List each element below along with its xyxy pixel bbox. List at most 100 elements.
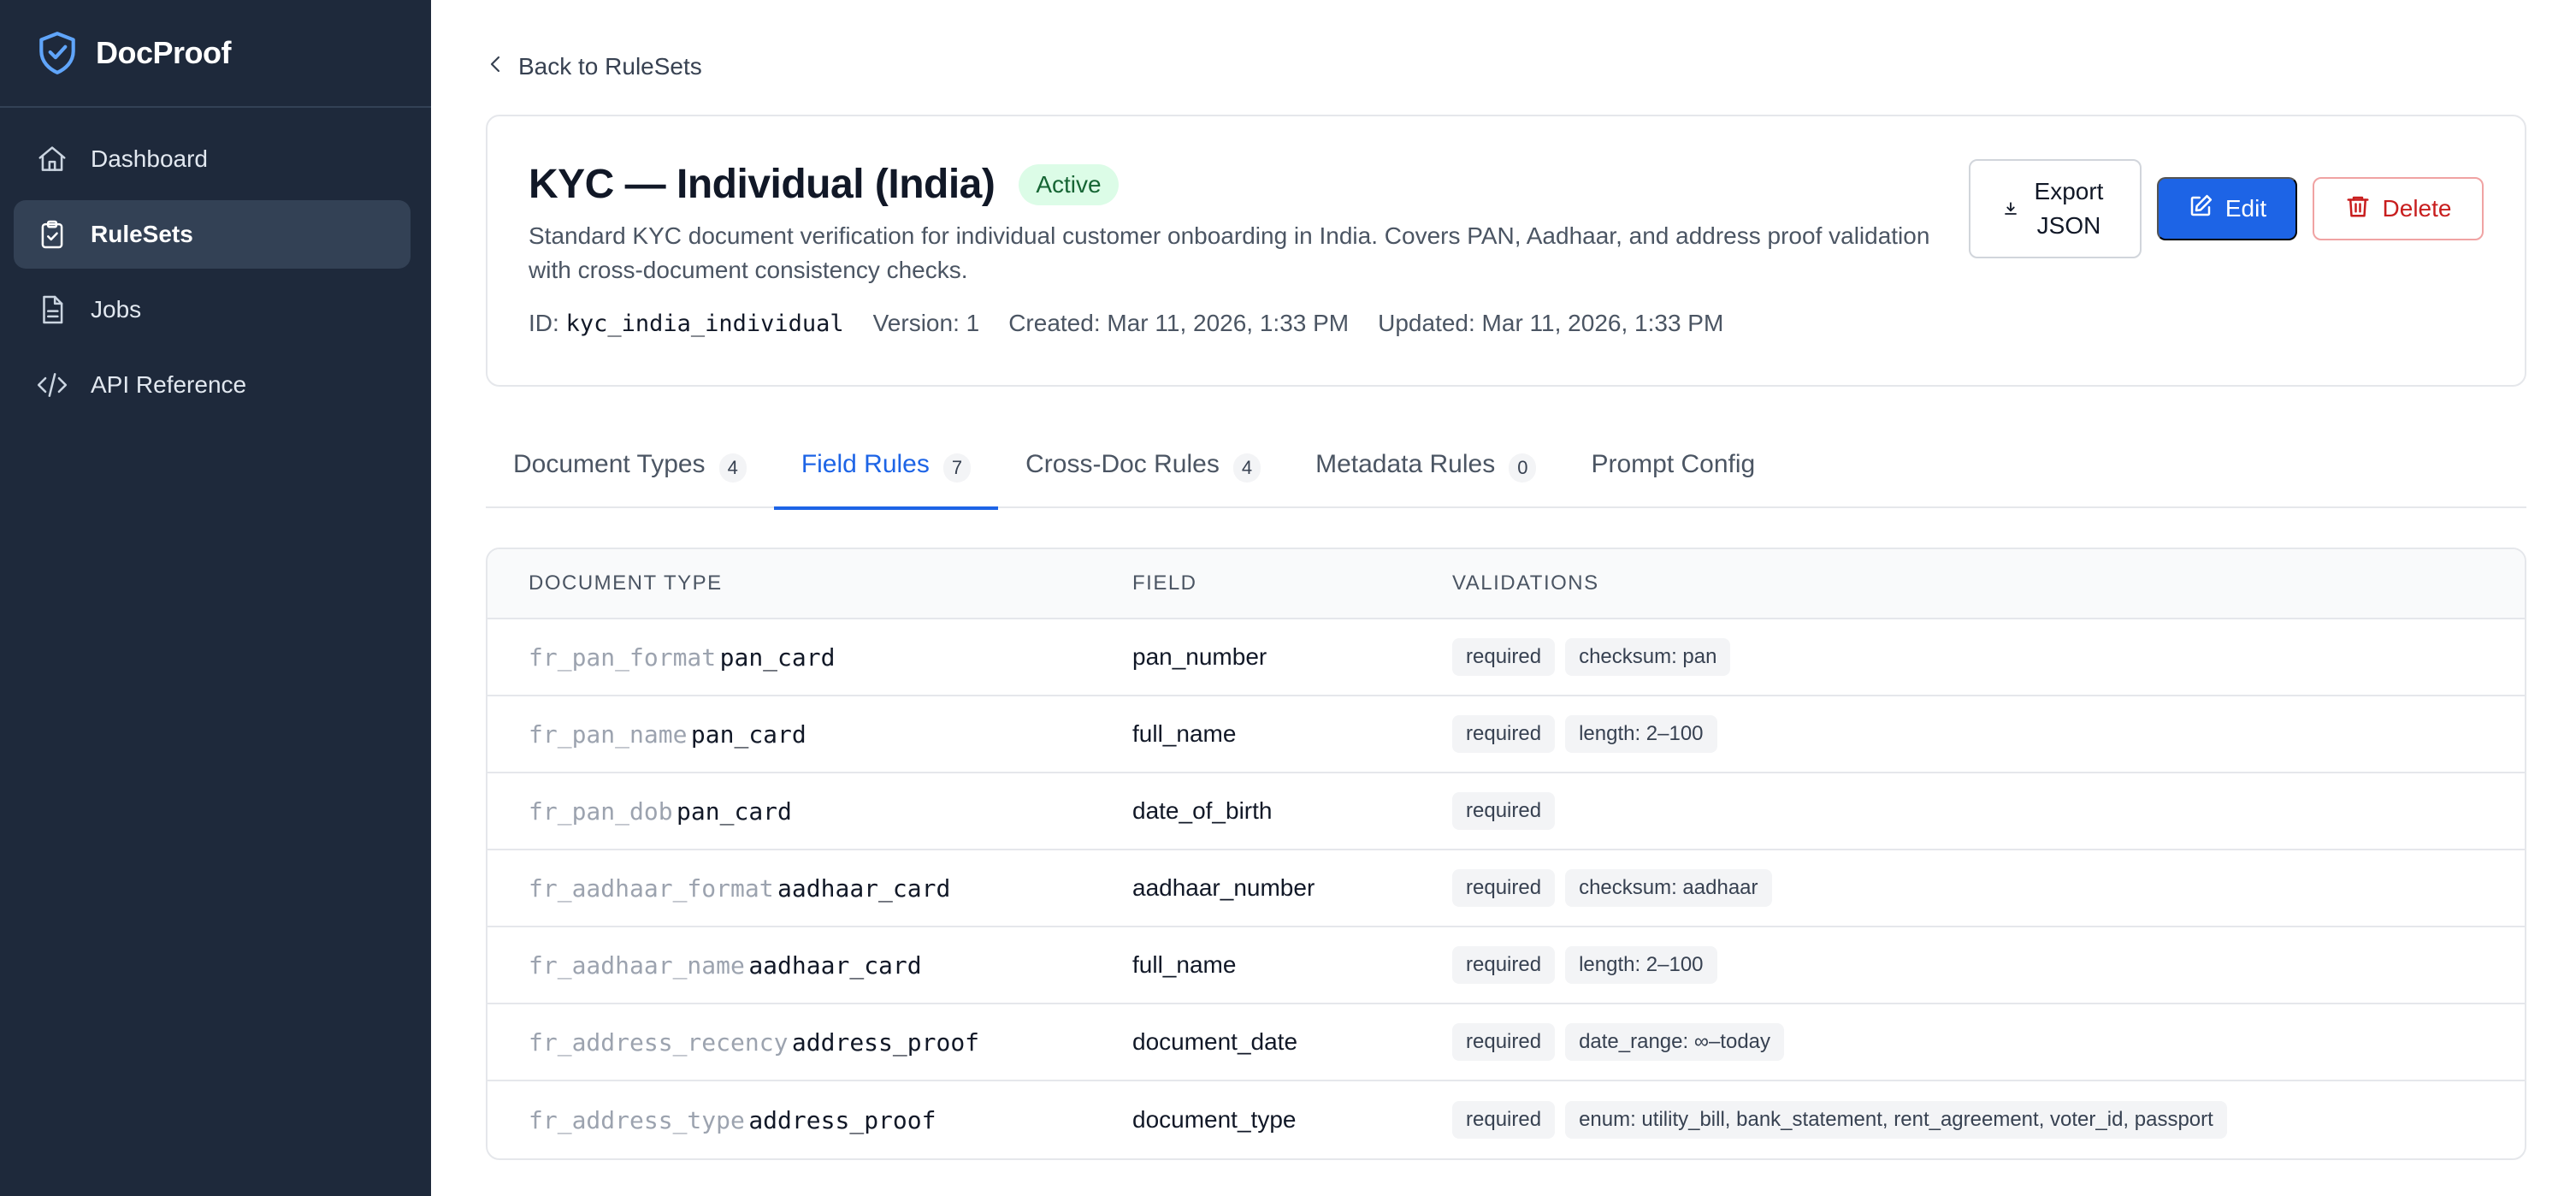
table-header: DOCUMENT TYPE FIELD VALIDATIONS [487,549,2525,619]
table-row[interactable]: fr_address_type address_proof document_ty… [487,1081,2525,1158]
tab-count: 0 [1509,453,1537,483]
edit-icon [2188,193,2213,225]
table-row[interactable]: fr_address_recency address_proof document… [487,1004,2525,1081]
tab-prompt-config[interactable]: Prompt Config [1563,433,1782,508]
trash-icon [2345,193,2371,225]
tab-label: Document Types [513,450,706,478]
ruleset-id-label: ID: [529,310,559,336]
validations-cell: required [1452,792,2525,830]
tab-label: Metadata Rules [1315,450,1496,478]
validation-tag: length: 2–100 [1565,715,1717,753]
ruleset-description: Standard KYC document verification for i… [529,222,1930,283]
chevron-left-icon [486,53,506,80]
ruleset-version: Version: 1 [872,310,980,336]
validation-tag: required [1452,715,1556,753]
tab-document-types[interactable]: Document Types 4 [486,433,774,508]
title-row: KYC — Individual (India) Active [529,161,1119,208]
ruleset-header-card: KYC — Individual (India) Active Standard… [486,115,2526,387]
document-type-cell: fr_pan_name pan_card [487,720,1132,749]
sidebar-item-api-reference[interactable]: API Reference [14,351,411,419]
document-type-cell: fr_pan_dob pan_card [487,797,1132,826]
rule-id: fr_aadhaar_format [529,873,774,903]
validation-tag: required [1452,638,1556,676]
document-icon [36,293,68,326]
field-cell: full_name [1132,951,1237,978]
document-type: address_proof [748,1105,936,1134]
validation-tag: required [1452,792,1556,830]
validations-cell: required checksum: aadhaar [1452,869,2525,907]
tab-field-rules[interactable]: Field Rules 7 [773,433,999,510]
sidebar-item-label: API Reference [91,371,247,398]
ruleset-created: Created: Mar 11, 2026, 1:33 PM [1008,310,1350,336]
delete-button[interactable]: Delete [2313,177,2484,240]
table-row[interactable]: fr_pan_dob pan_card date_of_birth required [487,773,2525,850]
status-badge: Active [1019,163,1119,205]
rule-id: fr_pan_format [529,642,717,672]
validations-cell: required enum: utility_bill, bank_stateme… [1452,1101,2525,1139]
back-to-rulesets-link[interactable]: Back to RuleSets [486,53,702,80]
document-type: pan_card [719,642,836,672]
tab-label: Cross-Doc Rules [1025,450,1220,478]
clipboard-check-icon [36,218,68,251]
brand-name: DocProof [96,35,232,70]
rule-id: fr_pan_dob [529,796,673,826]
sidebar-item-label: Jobs [91,296,142,323]
table-body: fr_pan_format pan_card pan_number required… [487,619,2525,1158]
ruleset-tabs: Document Types 4 Field Rules 7 Cross-Doc… [486,433,2526,510]
column-header-validations: VALIDATIONS [1452,571,1599,595]
shield-check-logo-icon [36,30,79,76]
validation-tag: checksum: pan [1565,638,1731,676]
table-row[interactable]: fr_pan_name pan_card full_name required len… [487,696,2525,773]
document-type: aadhaar_card [777,873,951,903]
validation-tag: required [1452,946,1556,984]
ruleset-updated: Updated: Mar 11, 2026, 1:33 PM [1378,310,1724,336]
header-actions: Export JSON Edit Delete [1969,159,2484,258]
tab-metadata-rules[interactable]: Metadata Rules 0 [1288,433,1563,508]
ruleset-id: ID: kyc_india_individual [529,310,844,337]
ruleset-meta: ID: kyc_india_individual Version: 1 Crea… [529,310,1723,337]
export-json-button[interactable]: Export JSON [1969,159,2142,258]
field-cell: document_type [1132,1106,1297,1133]
table-row[interactable]: fr_pan_format pan_card pan_number required… [487,619,2525,696]
table-row[interactable]: fr_aadhaar_name aadhaar_card full_name req… [487,927,2525,1004]
table-row[interactable]: fr_aadhaar_format aadhaar_card aadhaar_nu… [487,850,2525,927]
validations-cell: required length: 2–100 [1452,946,2525,984]
sidebar-item-label: RuleSets [91,221,193,247]
validation-tag: enum: utility_bill, bank_statement, rent… [1565,1101,2227,1139]
brand[interactable]: DocProof [0,0,431,108]
edit-label: Edit [2224,195,2267,222]
document-type: pan_card [690,719,806,749]
edit-button[interactable]: Edit [2157,177,2297,240]
main-content: Back to RuleSets KYC — Individual (India… [431,0,2576,1196]
column-header-document-type: DOCUMENT TYPE [529,571,723,595]
delete-label: Delete [2382,195,2452,222]
validation-tag: required [1452,1023,1556,1061]
document-type-cell: fr_address_recency address_proof [487,1028,1132,1057]
sidebar-item-dashboard[interactable]: Dashboard [14,125,411,193]
tab-label: Field Rules [801,450,930,478]
sidebar-item-rulesets[interactable]: RuleSets [14,200,411,269]
sidebar-item-jobs[interactable]: Jobs [14,275,411,344]
document-type: address_proof [791,1027,980,1057]
validations-cell: required length: 2–100 [1452,715,2525,753]
document-type-cell: fr_aadhaar_format aadhaar_card [487,874,1132,903]
tab-cross-doc-rules[interactable]: Cross-Doc Rules 4 [998,433,1288,508]
tab-count: 4 [718,453,747,483]
validation-tag: length: 2–100 [1565,946,1717,984]
document-type: aadhaar_card [748,950,922,980]
tab-label: Prompt Config [1591,450,1756,478]
field-cell: pan_number [1132,643,1267,670]
document-type-cell: fr_aadhaar_name aadhaar_card [487,951,1132,980]
field-cell: full_name [1132,720,1237,747]
field-cell: document_date [1132,1028,1298,1055]
back-label: Back to RuleSets [518,53,702,80]
document-type: pan_card [676,796,792,826]
validation-tag: required [1452,1101,1556,1139]
validations-cell: required date_range: ∞–today [1452,1023,2525,1061]
ruleset-id-value: kyc_india_individual [565,311,844,337]
rule-id: fr_aadhaar_name [529,950,745,980]
validation-tag: checksum: aadhaar [1565,869,1772,907]
export-label: Export JSON [2030,175,2107,243]
field-cell: date_of_birth [1132,797,1273,824]
rule-id: fr_address_type [529,1105,745,1134]
